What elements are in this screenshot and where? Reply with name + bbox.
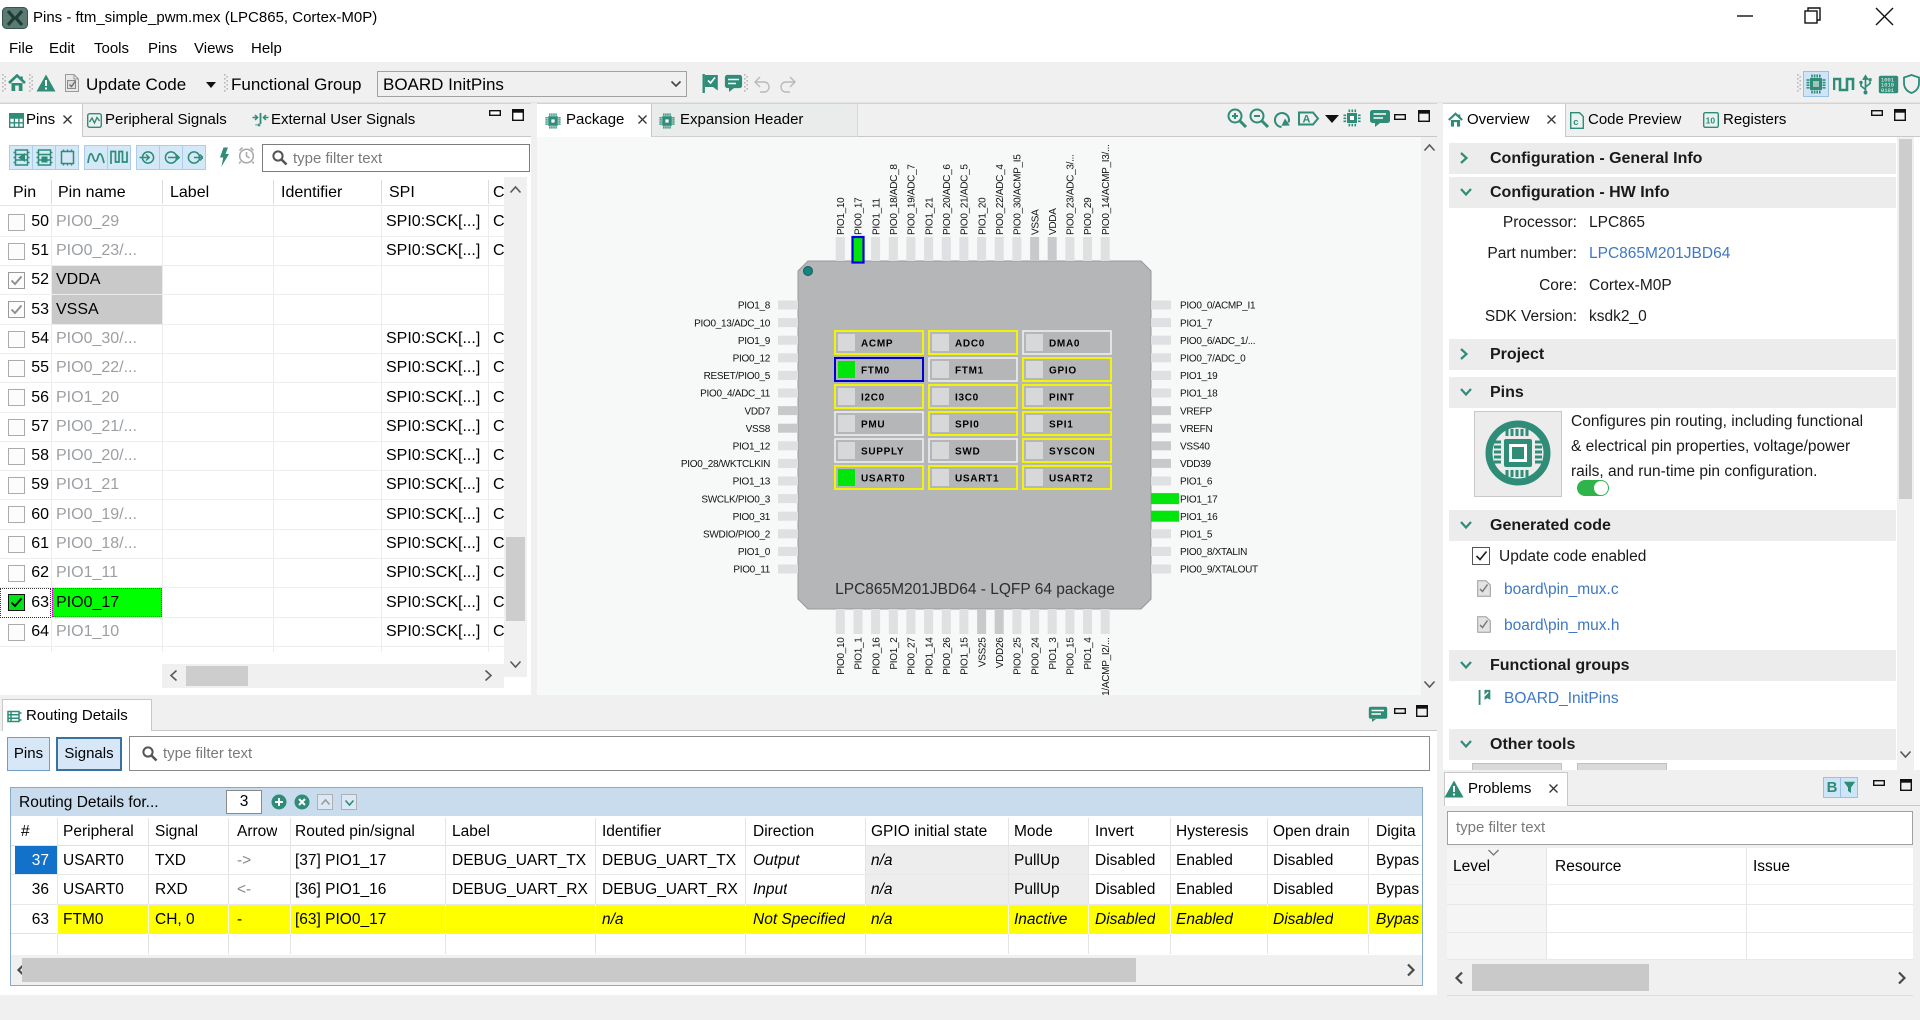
svg-text:PIO0_26: PIO0_26	[942, 637, 953, 675]
svg-text:PIO0_19/ADC_7: PIO0_19/ADC_7	[907, 164, 918, 235]
svg-text:PIO0_27: PIO0_27	[907, 637, 918, 675]
svg-text:PIO1_10: PIO1_10	[836, 197, 847, 235]
svg-text:ACMP: ACMP	[861, 339, 893, 350]
svg-text:LPC865M201JBD64 - LQFP 64 pack: LPC865M201JBD64 - LQFP 64 package	[835, 581, 1115, 598]
svg-text:USART1: USART1	[955, 474, 999, 485]
svg-text:PIO0_7/ADC_0: PIO0_7/ADC_0	[1180, 354, 1246, 365]
svg-text:I2C0: I2C0	[861, 393, 885, 404]
svg-text:PIO0_21/ADC_5: PIO0_21/ADC_5	[960, 164, 971, 235]
svg-text:PIO0_11: PIO0_11	[733, 565, 770, 576]
svg-text:VREFN: VREFN	[1180, 424, 1212, 435]
svg-text:PIO0_30/ACMP_I5: PIO0_30/ACMP_I5	[1013, 154, 1024, 235]
svg-text:PIO0_28/WKTCLKIN: PIO0_28/WKTCLKIN	[681, 459, 770, 470]
svg-text:FTM0: FTM0	[861, 366, 890, 377]
svg-text:PIO1_9: PIO1_9	[738, 336, 771, 347]
svg-text:PIO0_6/ADC_1/...: PIO0_6/ADC_1/...	[1180, 336, 1255, 347]
svg-text:PIO1_17: PIO1_17	[1180, 494, 1218, 505]
svg-text:PMU: PMU	[861, 420, 885, 431]
svg-text:VDD26: VDD26	[995, 637, 1006, 668]
svg-text:PIO0_23/ADC_3/...: PIO0_23/ADC_3/...	[1066, 154, 1077, 235]
svg-text:PIO0_10: PIO0_10	[836, 637, 847, 675]
svg-text:PIO1_0: PIO1_0	[738, 547, 771, 558]
svg-text:SWCLK/PIO0_3: SWCLK/PIO0_3	[701, 494, 770, 505]
svg-text:GPIO: GPIO	[1049, 366, 1077, 377]
svg-text:RESET/PIO0_5: RESET/PIO0_5	[704, 371, 771, 382]
svg-text:PIO0_17: PIO0_17	[854, 197, 865, 235]
svg-text:PIO0_24: PIO0_24	[1030, 637, 1041, 675]
svg-text:PIO0_25: PIO0_25	[1013, 637, 1024, 675]
svg-text:PIO1_5: PIO1_5	[1180, 530, 1213, 541]
svg-text:c: c	[1573, 117, 1578, 128]
svg-text:VDD39: VDD39	[1180, 459, 1211, 470]
svg-text:PIO1_4: PIO1_4	[1083, 637, 1094, 670]
svg-text:PIO1_16: PIO1_16	[1180, 512, 1218, 523]
svg-text:PIO1_2: PIO1_2	[889, 637, 900, 670]
svg-text:PIO1_7: PIO1_7	[1180, 318, 1213, 329]
svg-text:SYSCON: SYSCON	[1049, 447, 1095, 458]
svg-text:PINT: PINT	[1049, 393, 1075, 404]
svg-text:ADC0: ADC0	[955, 339, 985, 350]
svg-text:PIO0_8/XTALIN: PIO0_8/XTALIN	[1180, 547, 1247, 558]
svg-text:PIO1_20: PIO1_20	[977, 197, 988, 235]
svg-text:SPI0: SPI0	[955, 420, 979, 431]
svg-text:PIO1_8: PIO1_8	[738, 301, 771, 312]
svg-text:VREFP: VREFP	[1180, 406, 1212, 417]
svg-text:PIO1_19: PIO1_19	[1180, 371, 1218, 382]
svg-text:PIO1_12: PIO1_12	[733, 442, 771, 453]
svg-text:PIO0_22/ADC_4: PIO0_22/ADC_4	[995, 164, 1006, 235]
svg-text:PIO0_16: PIO0_16	[871, 637, 882, 675]
svg-text:VSS25: VSS25	[977, 637, 988, 667]
svg-text:I3C0: I3C0	[955, 393, 979, 404]
svg-text:SWDIO/PIO0_2: SWDIO/PIO0_2	[703, 530, 771, 541]
svg-text:SPI1: SPI1	[1049, 420, 1073, 431]
svg-text:0101: 0101	[1881, 88, 1894, 94]
svg-text:DMA0: DMA0	[1049, 339, 1080, 350]
svg-text:PIO0_15: PIO0_15	[1066, 637, 1077, 675]
svg-text:PIO0_12: PIO0_12	[733, 354, 771, 365]
svg-text:USART0: USART0	[861, 474, 905, 485]
svg-text:VDD7: VDD7	[745, 406, 771, 417]
svg-text:PIO1_21: PIO1_21	[924, 197, 935, 235]
svg-text:PIO1_6: PIO1_6	[1180, 477, 1213, 488]
svg-text:VSS40: VSS40	[1180, 442, 1210, 453]
svg-text:PIO1_15: PIO1_15	[960, 637, 971, 675]
svg-text:PIO0_13/ADC_10: PIO0_13/ADC_10	[694, 318, 771, 329]
svg-text:PIO1_13: PIO1_13	[733, 477, 771, 488]
svg-text:USART2: USART2	[1049, 474, 1093, 485]
svg-text:PIO0_31: PIO0_31	[733, 512, 771, 523]
svg-text:PIO1_18: PIO1_18	[1180, 389, 1218, 400]
svg-text:VSS8: VSS8	[746, 424, 771, 435]
svg-text:PIO0_0/ACMP_I1: PIO0_0/ACMP_I1	[1180, 301, 1256, 312]
svg-text:10: 10	[1706, 116, 1716, 126]
svg-text:1/ACMP_I2/...: 1/ACMP_I2/...	[1101, 638, 1112, 696]
svg-text:⇥: ⇥	[255, 122, 261, 128]
svg-text:PIO1_14: PIO1_14	[924, 637, 935, 675]
svg-text:PIO0_9/XTALOUT: PIO0_9/XTALOUT	[1180, 565, 1258, 576]
svg-text:VDDA: VDDA	[1048, 208, 1059, 235]
svg-text:SUPPLY: SUPPLY	[861, 447, 904, 458]
svg-text:A: A	[1303, 114, 1311, 126]
svg-text:PIO0_14/ACMP_I3/...: PIO0_14/ACMP_I3/...	[1101, 145, 1112, 235]
svg-text:PIO0_4/ADC_11: PIO0_4/ADC_11	[700, 389, 771, 400]
svg-text:PIO0_20/ADC_6: PIO0_20/ADC_6	[942, 164, 953, 235]
svg-text:SWD: SWD	[955, 447, 980, 458]
svg-text:PIO0_18/ADC_8: PIO0_18/ADC_8	[889, 164, 900, 235]
svg-text:PIO1_11: PIO1_11	[871, 198, 882, 235]
svg-text:VSSA: VSSA	[1030, 209, 1041, 235]
svg-text:PIO1_1: PIO1_1	[854, 637, 865, 670]
svg-text:FTM1: FTM1	[955, 366, 984, 377]
svg-text:PIO0_29: PIO0_29	[1083, 197, 1094, 235]
svg-text:PIO1_3: PIO1_3	[1048, 637, 1059, 670]
